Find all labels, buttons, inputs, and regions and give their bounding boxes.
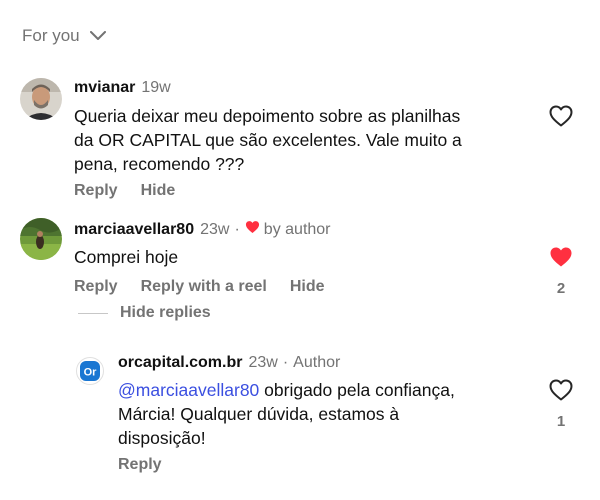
timestamp: 23w — [248, 354, 278, 371]
like-count: 2 — [556, 280, 566, 297]
reply-actions: Reply — [118, 456, 185, 474]
reply-with-reel-button[interactable]: Reply with a reel — [141, 278, 267, 296]
comment-text-line: pena, recomendo ??? — [74, 154, 245, 174]
reply-text-line: Márcia! Qualquer dúvida, estamos à — [118, 404, 400, 424]
mention-link[interactable]: @marciaavellar80 — [118, 380, 259, 400]
liked-by-author-heart-icon — [245, 220, 260, 239]
separator-dot: · — [234, 220, 240, 238]
reply-button[interactable]: Reply — [74, 278, 118, 296]
sort-dropdown[interactable]: For you — [22, 26, 106, 46]
avatar[interactable] — [20, 78, 62, 120]
reply-meta: orcapital.com.br 23w · Author — [118, 354, 340, 372]
comment-actions: Reply Hide — [74, 182, 198, 200]
like-button[interactable] — [549, 105, 573, 132]
reply-text-segment: obrigado pela confiança, — [259, 380, 455, 400]
reply-text-line: @marciaavellar80 obrigado pela confiança… — [118, 378, 538, 402]
author-label: Author — [293, 354, 341, 371]
heart-outline-icon — [549, 379, 573, 405]
comment-text: Comprei hoje — [74, 247, 179, 267]
timestamp: 23w — [200, 220, 230, 238]
like-button[interactable] — [549, 379, 573, 406]
hide-button[interactable]: Hide — [290, 278, 325, 296]
reply-button[interactable]: Reply — [118, 456, 162, 474]
username[interactable]: mvianar — [74, 79, 135, 97]
reply-text-line: disposição! — [118, 428, 206, 448]
heart-filled-icon — [549, 247, 573, 272]
comment-text-line: Queria deixar meu depoimento sobre as pl… — [74, 106, 461, 126]
comment-actions: Reply Reply with a reel Hide — [74, 278, 348, 296]
hide-button[interactable]: Hide — [141, 182, 176, 200]
like-count: 1 — [556, 413, 566, 430]
heart-outline-icon — [549, 105, 573, 131]
timestamp: 19w — [141, 79, 171, 96]
separator-dot: · — [282, 354, 289, 371]
reply-button[interactable]: Reply — [74, 182, 118, 200]
chevron-down-icon — [89, 26, 106, 46]
hide-replies-button[interactable]: Hide replies — [78, 304, 211, 322]
comment-text-line: da OR CAPITAL que são excelentes. Vale m… — [74, 130, 462, 150]
username[interactable]: marciaavellar80 — [74, 221, 194, 239]
hide-replies-label: Hide replies — [120, 304, 211, 321]
comment-meta: mvianar 19w — [74, 79, 171, 97]
avatar[interactable]: Or — [76, 357, 104, 385]
divider — [78, 312, 108, 314]
sort-label: For you — [22, 26, 80, 45]
by-author-label: by author — [263, 220, 331, 238]
like-button[interactable] — [549, 246, 573, 273]
comment-meta: marciaavellar80 23w · by author — [74, 220, 331, 239]
username[interactable]: orcapital.com.br — [118, 354, 242, 372]
reply-text: @marciaavellar80 obrigado pela confiança… — [118, 378, 538, 450]
comment-text: Queria deixar meu depoimento sobre as pl… — [74, 104, 544, 176]
brand-logo-text: Or — [84, 367, 98, 379]
avatar[interactable] — [20, 218, 62, 260]
